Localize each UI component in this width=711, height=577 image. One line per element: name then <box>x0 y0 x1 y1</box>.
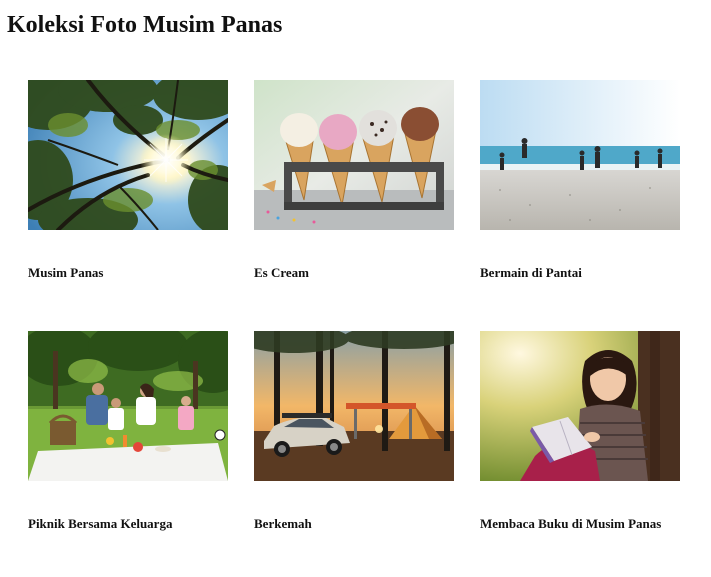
gallery-caption: Berkemah <box>254 516 312 531</box>
gallery-caption: Piknik Bersama Keluarga <box>28 516 173 531</box>
photo-sun-through-trees <box>28 80 228 230</box>
gallery-card-piknik-bersama-keluarga: Piknik Bersama Keluarga <box>28 331 228 531</box>
gallery-card-membaca-buku: Membaca Buku di Musim Panas <box>480 331 680 531</box>
photo-girl-reading-book <box>480 331 680 481</box>
gallery-caption: Membaca Buku di Musim Panas <box>480 516 662 531</box>
photo-girl-reading-book-image <box>480 331 680 481</box>
photo-sun-through-trees-image <box>28 80 228 230</box>
gallery-caption: Es Cream <box>254 265 310 280</box>
photo-ice-cream-cones <box>254 80 454 230</box>
gallery-card-musim-panas: Musim Panas <box>28 80 228 280</box>
gallery-card-es-cream: Es Cream <box>254 80 454 280</box>
gallery-card-berkemah: Berkemah <box>254 331 454 531</box>
photo-family-picnic-image <box>28 331 228 481</box>
photo-ice-cream-cones-image <box>254 80 454 230</box>
photo-family-picnic <box>28 331 228 481</box>
photo-beach-play-image <box>480 80 680 230</box>
photo-beach-play <box>480 80 680 230</box>
gallery-caption: Musim Panas <box>28 265 104 280</box>
page-title: Koleksi Foto Musim Panas <box>7 12 283 38</box>
gallery-caption: Bermain di Pantai <box>480 265 582 280</box>
gallery-card-bermain-di-pantai: Bermain di Pantai <box>480 80 680 280</box>
photo-camping <box>254 331 454 481</box>
photo-camping-image <box>254 331 454 481</box>
